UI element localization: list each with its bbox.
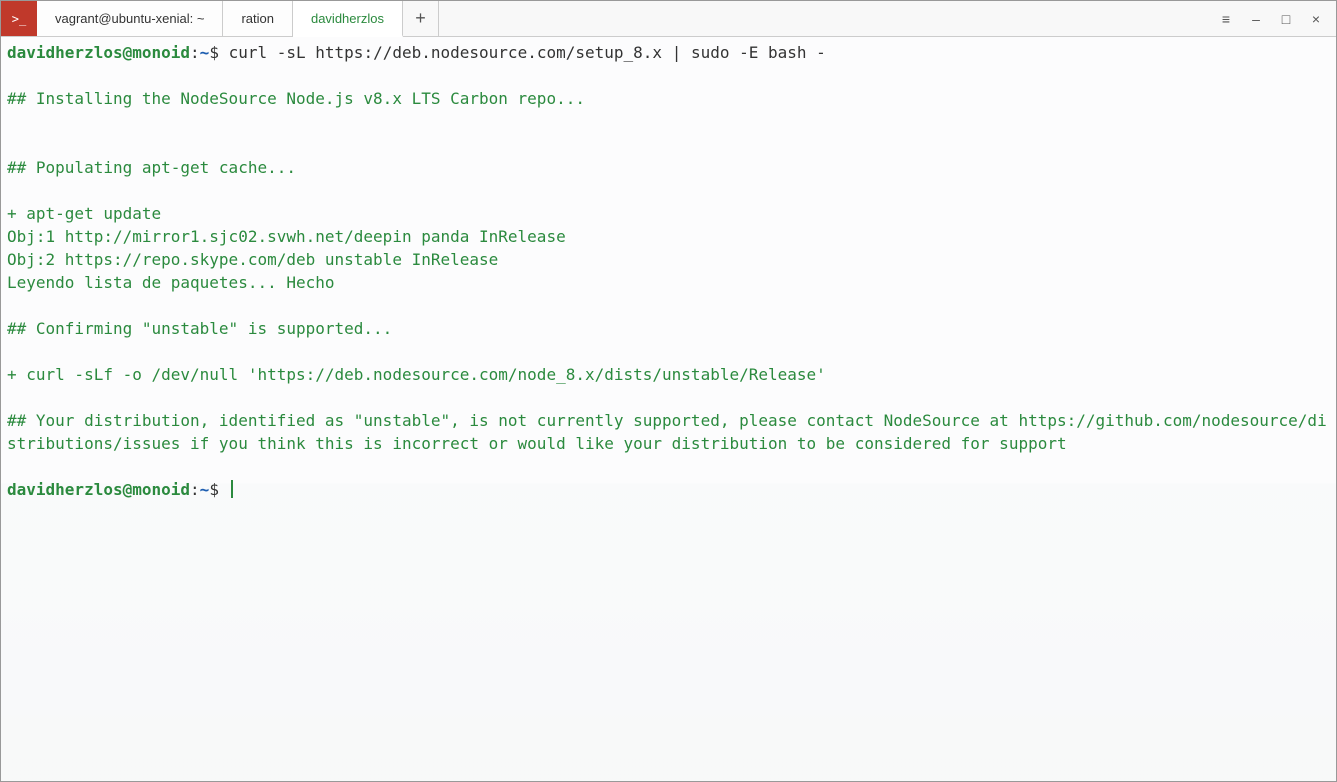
app-icon: >_ xyxy=(1,1,37,36)
tab-1[interactable]: ration xyxy=(223,1,293,36)
minimize-button[interactable]: – xyxy=(1248,11,1264,27)
terminal-window: >_ vagrant@ubuntu-xenial: ~ ration david… xyxy=(0,0,1337,782)
prompt2-path: ~ xyxy=(200,480,210,499)
prompt2-user: davidherzlos@monoid xyxy=(7,480,190,499)
prompt-user: davidherzlos@monoid xyxy=(7,43,190,62)
prompt2-sep-colon: : xyxy=(190,480,200,499)
maximize-button[interactable]: □ xyxy=(1278,11,1294,27)
output-line-6: + apt-get update xyxy=(7,204,161,223)
window-controls: ≡ – □ × xyxy=(1206,1,1336,36)
output-line-11: ## Confirming "unstable" is supported... xyxy=(7,319,392,338)
prompt-sep-colon: : xyxy=(190,43,200,62)
terminal-viewport[interactable]: davidherzlos@monoid:~$ curl -sL https://… xyxy=(1,37,1336,781)
command-text: curl -sL https://deb.nodesource.com/setu… xyxy=(229,43,826,62)
tab-strip: vagrant@ubuntu-xenial: ~ ration davidher… xyxy=(37,1,403,36)
tab-0[interactable]: vagrant@ubuntu-xenial: ~ xyxy=(37,1,223,36)
output-line-7: Obj:1 http://mirror1.sjc02.svwh.net/deep… xyxy=(7,227,566,246)
output-line-13: + curl -sLf -o /dev/null 'https://deb.no… xyxy=(7,365,826,384)
output-line-15: ## Your distribution, identified as "uns… xyxy=(7,411,1327,453)
menu-icon[interactable]: ≡ xyxy=(1218,11,1234,27)
prompt-sep-dollar: $ xyxy=(209,43,228,62)
titlebar-spacer xyxy=(439,1,1206,36)
close-button[interactable]: × xyxy=(1308,11,1324,27)
output-line-4: ## Populating apt-get cache... xyxy=(7,158,296,177)
titlebar: >_ vagrant@ubuntu-xenial: ~ ration david… xyxy=(1,1,1336,37)
new-tab-button[interactable]: + xyxy=(403,1,439,36)
tab-2[interactable]: davidherzlos xyxy=(293,1,403,37)
prompt2-sep-dollar: $ xyxy=(209,480,228,499)
output-line-1: ## Installing the NodeSource Node.js v8.… xyxy=(7,89,585,108)
cursor-icon xyxy=(231,480,233,498)
output-line-9: Leyendo lista de paquetes... Hecho xyxy=(7,273,335,292)
prompt-path: ~ xyxy=(200,43,210,62)
output-line-8: Obj:2 https://repo.skype.com/deb unstabl… xyxy=(7,250,498,269)
